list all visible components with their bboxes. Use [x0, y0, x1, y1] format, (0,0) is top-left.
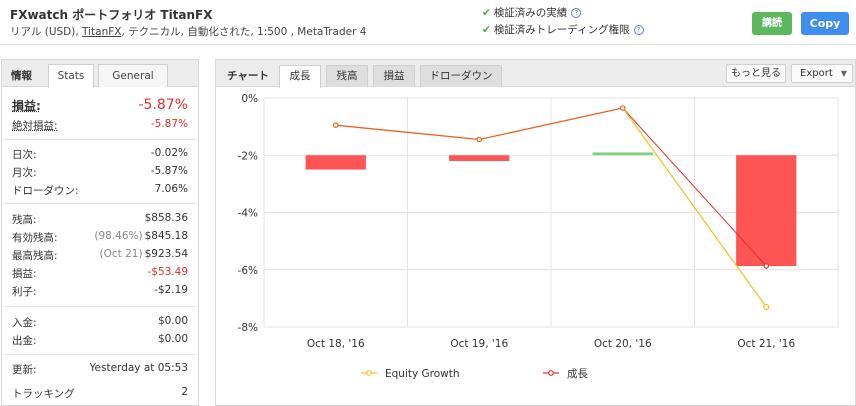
equity-row: 有効残高: (98.46%) $845.18	[12, 230, 188, 245]
abs-gain-label: 絶対損益:	[12, 120, 58, 132]
account-header: FXwatch ポートフォリオ TitanFX リアル (USD), Titan…	[0, 0, 856, 45]
highest-value: $923.54	[144, 248, 188, 260]
drawdown-label: ドローダウン:	[12, 185, 79, 197]
growth-line-segment	[335, 107, 623, 141]
deposits-row: 入金: $0.00	[12, 315, 188, 330]
updated-value: Yesterday at 05:53	[89, 362, 188, 374]
growth-point	[619, 105, 626, 111]
divider	[4, 139, 196, 140]
verified-trading-label: 検証済みトレーディング権限	[493, 24, 630, 36]
equity-growth-point	[763, 303, 770, 311]
interest-row: 利子: -$2.19	[12, 284, 188, 299]
x-tick-label: Oct 20, '16	[594, 338, 652, 350]
growth-bar	[736, 155, 797, 267]
help-icon[interactable]: ?	[633, 25, 644, 35]
abs-gain-row: 絶対損益: -5.87%	[12, 118, 188, 133]
deposits-value: $0.00	[157, 315, 188, 327]
growth-point	[476, 136, 483, 143]
gain-label: 損益:	[12, 99, 41, 113]
legend-equity-label: Equity Growth	[385, 368, 460, 380]
interest-value: -$2.19	[154, 284, 188, 296]
daily-value: -0.02%	[150, 147, 188, 159]
abs-gain-value: -5.87%	[150, 118, 188, 130]
interest-label: 利子:	[12, 286, 37, 298]
help-icon[interactable]: ?	[571, 8, 582, 18]
verified-trading-privileges: ✔ 検証済みトレーディング権限?	[482, 22, 644, 37]
divider	[4, 354, 196, 355]
daily-row: 日次: -0.02%	[12, 147, 188, 162]
tracking-row: トラッキング 2	[12, 386, 188, 401]
gain-value: -5.87%	[138, 97, 188, 113]
withdrawals-row: 出金: $0.00	[12, 333, 188, 348]
tracking-value: 2	[181, 386, 188, 398]
equity-value-wrap: (98.46%) $845.18	[94, 230, 188, 242]
y-tick-label: -8%	[238, 322, 258, 334]
x-tick-label: Oct 19, '16	[450, 338, 508, 350]
growth-bar	[305, 155, 366, 170]
subtitle-prefix: リアル (USD),	[10, 26, 83, 38]
growth-point	[763, 263, 770, 269]
growth-point	[332, 122, 339, 128]
highest-value-wrap: (Oct 21) $923.54	[100, 248, 188, 260]
verified-track-label: 検証済みの実績	[493, 7, 568, 19]
account-title: FXwatch ポートフォリオ TitanFX	[10, 8, 213, 22]
x-tick-label: Oct 18, '16	[307, 338, 365, 350]
profit-row: 損益: -$53.49	[12, 266, 188, 281]
check-icon: ✔	[482, 7, 491, 19]
info-panel: 情報 Stats General 損益: -5.87% 絶対損益: -5.87%…	[1, 59, 199, 406]
tab-stats[interactable]: Stats	[48, 64, 94, 88]
legend-growth-label: 成長	[567, 368, 588, 380]
deposits-label: 入金:	[12, 317, 37, 329]
equity-label: 有効残高:	[12, 232, 58, 244]
equity-percent: (98.46%)	[94, 230, 143, 242]
equity-value: $845.18	[144, 230, 188, 242]
updated-row: 更新: Yesterday at 05:53	[12, 362, 188, 377]
growth-chart: 0% -2% -4% -6% -8% Oct 18, '16 Oct 19, '16 Oct …	[238, 93, 839, 380]
x-tick-label: Oct 21, '16	[737, 338, 795, 350]
balance-label: 残高:	[12, 214, 37, 226]
gain-row: 損益: -5.87%	[12, 97, 188, 113]
y-tick-label: 0%	[241, 93, 258, 105]
monthly-row: 月次: -5.87%	[12, 165, 188, 180]
y-tick-label: -2%	[238, 150, 258, 162]
highest-date: (Oct 21)	[99, 248, 143, 260]
divider	[4, 306, 196, 307]
withdrawals-value: $0.00	[157, 333, 188, 345]
highest-label: 最高残高:	[12, 250, 58, 262]
copy-button[interactable]: Copy	[801, 12, 849, 35]
y-tick-label: -6%	[238, 265, 258, 277]
divider	[4, 203, 196, 204]
drawdown-value: 7.06%	[154, 183, 188, 195]
info-tabs: 情報 Stats General	[2, 60, 198, 88]
profit-label: 損益:	[12, 268, 37, 280]
account-subtitle: リアル (USD), TitanFX, テクニカル, 自動化された, 1:500…	[10, 24, 366, 39]
broker-link[interactable]: TitanFX	[82, 26, 121, 38]
monthly-label: 月次:	[12, 167, 37, 179]
chart-panel: チャート 成長 残高 損益 ドローダウン もっと見る Export ▼ 0% -2%…	[215, 59, 856, 406]
verified-track-record: ✔ 検証済みの実績?	[482, 5, 582, 20]
balance-row: 残高: $858.36	[12, 212, 188, 227]
tracking-label: トラッキング	[12, 388, 75, 400]
tab-general[interactable]: General	[98, 64, 168, 87]
drawdown-row: ドローダウン: 7.06%	[12, 183, 188, 198]
growth-bar	[592, 152, 653, 156]
check-icon: ✔	[482, 24, 491, 36]
withdrawals-label: 出金:	[12, 335, 37, 347]
monthly-value: -5.87%	[150, 165, 188, 177]
profit-value: -$53.49	[147, 266, 188, 278]
follow-button[interactable]: 講読	[752, 12, 792, 35]
y-tick-label: -4%	[238, 208, 258, 220]
legend-equity-marker	[366, 370, 372, 376]
highest-row: 最高残高: (Oct 21) $923.54	[12, 248, 188, 263]
subtitle-suffix: , テクニカル, 自動化された, 1:500 , MetaTrader 4	[121, 26, 367, 38]
updated-label: 更新:	[12, 364, 37, 376]
balance-value: $858.36	[144, 212, 188, 224]
daily-label: 日次:	[12, 149, 37, 161]
growth-bar	[449, 155, 510, 161]
info-panel-title: 情報	[11, 70, 32, 82]
legend-growth-marker	[548, 370, 554, 376]
